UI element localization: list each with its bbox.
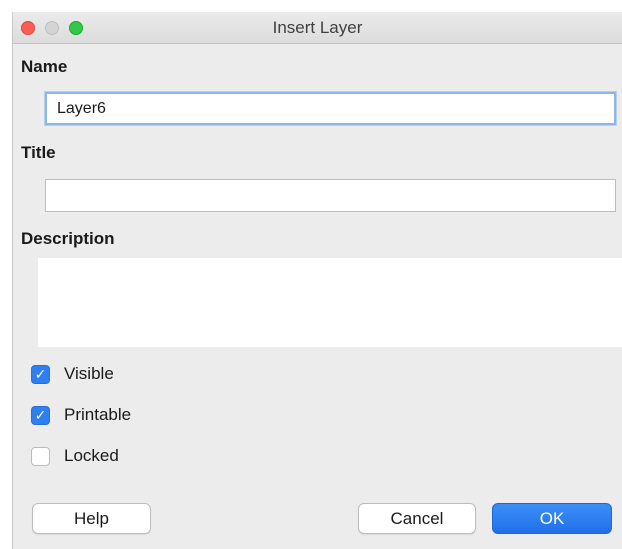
description-textarea[interactable] (38, 258, 622, 347)
name-label: Name (21, 57, 68, 76)
locked-option[interactable]: Locked (31, 445, 119, 467)
visible-checkbox[interactable]: ✓ (31, 364, 50, 384)
name-input[interactable] (45, 92, 616, 125)
printable-checkbox[interactable]: ✓ (31, 405, 50, 425)
insert-layer-dialog: Insert Layer Name Title Description ✓ Vi… (12, 12, 622, 549)
visible-label: Visible (64, 364, 114, 383)
help-button[interactable]: Help (32, 503, 151, 534)
description-label: Description (21, 229, 115, 248)
ok-button[interactable]: OK (492, 503, 612, 534)
visible-option[interactable]: ✓ Visible (31, 363, 114, 385)
printable-label: Printable (64, 405, 132, 424)
title-input[interactable] (45, 179, 616, 212)
locked-label: Locked (64, 446, 119, 465)
locked-checkbox[interactable] (31, 446, 50, 466)
window-title: Insert Layer (272, 18, 363, 37)
title-bar: Insert Layer (13, 12, 622, 44)
cancel-button[interactable]: Cancel (358, 503, 476, 534)
printable-option[interactable]: ✓ Printable (31, 404, 131, 426)
title-label: Title (21, 143, 56, 162)
